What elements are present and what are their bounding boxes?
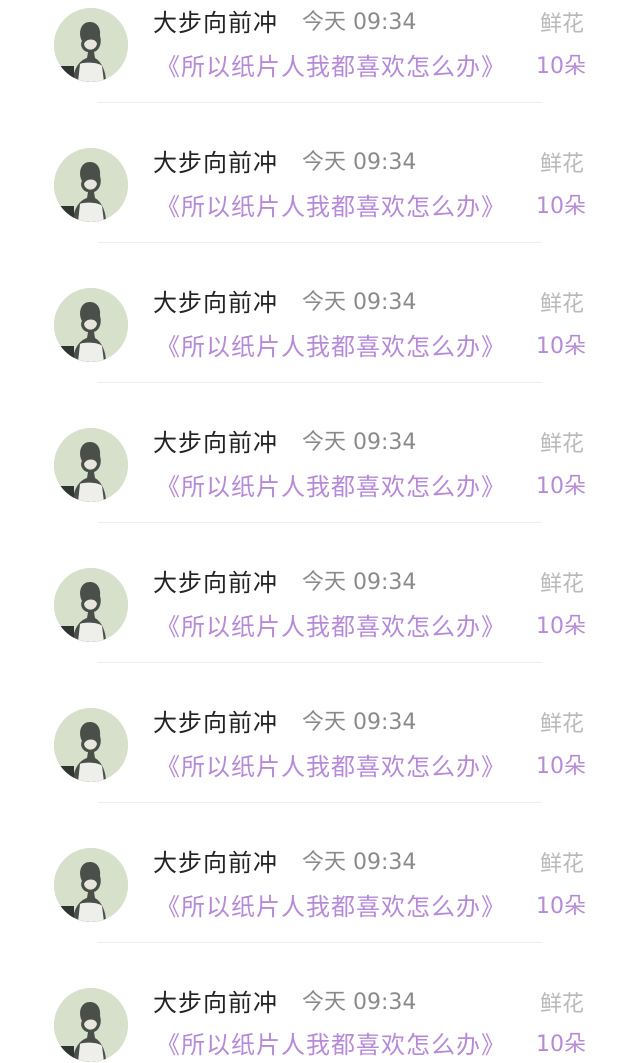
gift-time: 今天 09:34: [302, 430, 417, 455]
user-avatar[interactable]: [54, 848, 128, 922]
gift-time: 今天 09:34: [302, 710, 417, 735]
user-avatar[interactable]: [54, 708, 128, 782]
list-item[interactable]: 大步向前冲 今天 09:34 鲜花 《所以纸片人我都喜欢怎么办》 10朵: [0, 0, 640, 140]
gift-time: 今天 09:34: [302, 990, 417, 1015]
gift-type: 鲜花: [539, 572, 584, 597]
list-item[interactable]: 大步向前冲 今天 09:34 鲜花 《所以纸片人我都喜欢怎么办》 10朵: [0, 420, 640, 560]
user-name[interactable]: 大步向前冲: [153, 428, 278, 458]
user-avatar[interactable]: [54, 8, 128, 82]
gift-type: 鲜花: [539, 432, 584, 457]
avatar-portrait-icon: [54, 848, 128, 922]
avatar-portrait-icon: [54, 148, 128, 222]
list-item[interactable]: 大步向前冲 今天 09:34 鲜花 《所以纸片人我都喜欢怎么办》 10朵: [0, 560, 640, 700]
gift-time: 今天 09:34: [302, 850, 417, 875]
list-item[interactable]: 大步向前冲 今天 09:34 鲜花 《所以纸片人我都喜欢怎么办》 10朵: [0, 280, 640, 420]
book-title-link[interactable]: 《所以纸片人我都喜欢怎么办》: [156, 891, 506, 923]
user-avatar[interactable]: [54, 428, 128, 502]
row-divider: [98, 382, 542, 383]
user-name[interactable]: 大步向前冲: [153, 288, 278, 318]
user-name[interactable]: 大步向前冲: [153, 568, 278, 598]
avatar-portrait-icon: [54, 988, 128, 1062]
row-divider: [98, 662, 542, 663]
row-divider: [98, 942, 542, 943]
user-avatar[interactable]: [54, 288, 128, 362]
list-item[interactable]: 大步向前冲 今天 09:34 鲜花 《所以纸片人我都喜欢怎么办》 10朵: [0, 140, 640, 280]
book-title-link[interactable]: 《所以纸片人我都喜欢怎么办》: [156, 51, 506, 83]
row-divider: [98, 242, 542, 243]
gift-count: 10朵: [536, 754, 586, 779]
gift-type: 鲜花: [539, 152, 584, 177]
avatar-portrait-icon: [54, 428, 128, 502]
row-divider: [98, 522, 542, 523]
book-title-link[interactable]: 《所以纸片人我都喜欢怎么办》: [156, 471, 506, 503]
gift-count: 10朵: [536, 614, 586, 639]
user-name[interactable]: 大步向前冲: [153, 988, 278, 1018]
book-title-link[interactable]: 《所以纸片人我都喜欢怎么办》: [156, 331, 506, 363]
book-title-link[interactable]: 《所以纸片人我都喜欢怎么办》: [156, 191, 506, 223]
gift-type: 鲜花: [539, 852, 584, 877]
list-item[interactable]: 大步向前冲 今天 09:34 鲜花 《所以纸片人我都喜欢怎么办》 10朵: [0, 980, 640, 1063]
avatar-portrait-icon: [54, 568, 128, 642]
user-name[interactable]: 大步向前冲: [153, 148, 278, 178]
gift-count: 10朵: [536, 894, 586, 919]
avatar-portrait-icon: [54, 8, 128, 82]
row-divider: [98, 102, 542, 103]
book-title-link[interactable]: 《所以纸片人我都喜欢怎么办》: [156, 611, 506, 643]
avatar-portrait-icon: [54, 288, 128, 362]
user-avatar[interactable]: [54, 568, 128, 642]
avatar-portrait-icon: [54, 708, 128, 782]
gift-count: 10朵: [536, 54, 586, 79]
gift-type: 鲜花: [539, 992, 584, 1017]
gift-time: 今天 09:34: [302, 150, 417, 175]
gift-time: 今天 09:34: [302, 570, 417, 595]
gift-count: 10朵: [536, 194, 586, 219]
user-name[interactable]: 大步向前冲: [153, 848, 278, 878]
list-item[interactable]: 大步向前冲 今天 09:34 鲜花 《所以纸片人我都喜欢怎么办》 10朵: [0, 840, 640, 980]
gift-type: 鲜花: [539, 292, 584, 317]
gift-type: 鲜花: [539, 12, 584, 37]
user-name[interactable]: 大步向前冲: [153, 8, 278, 38]
user-name[interactable]: 大步向前冲: [153, 708, 278, 738]
gift-type: 鲜花: [539, 712, 584, 737]
gift-count: 10朵: [536, 474, 586, 499]
book-title-link[interactable]: 《所以纸片人我都喜欢怎么办》: [156, 751, 506, 783]
gift-count: 10朵: [536, 1032, 586, 1057]
list-item[interactable]: 大步向前冲 今天 09:34 鲜花 《所以纸片人我都喜欢怎么办》 10朵: [0, 700, 640, 840]
gift-count: 10朵: [536, 334, 586, 359]
gift-time: 今天 09:34: [302, 10, 417, 35]
user-avatar[interactable]: [54, 988, 128, 1062]
row-divider: [98, 802, 542, 803]
book-title-link[interactable]: 《所以纸片人我都喜欢怎么办》: [156, 1029, 506, 1061]
gift-record-list: 大步向前冲 今天 09:34 鲜花 《所以纸片人我都喜欢怎么办》 10朵 大步向…: [0, 0, 640, 1063]
user-avatar[interactable]: [54, 148, 128, 222]
gift-time: 今天 09:34: [302, 290, 417, 315]
